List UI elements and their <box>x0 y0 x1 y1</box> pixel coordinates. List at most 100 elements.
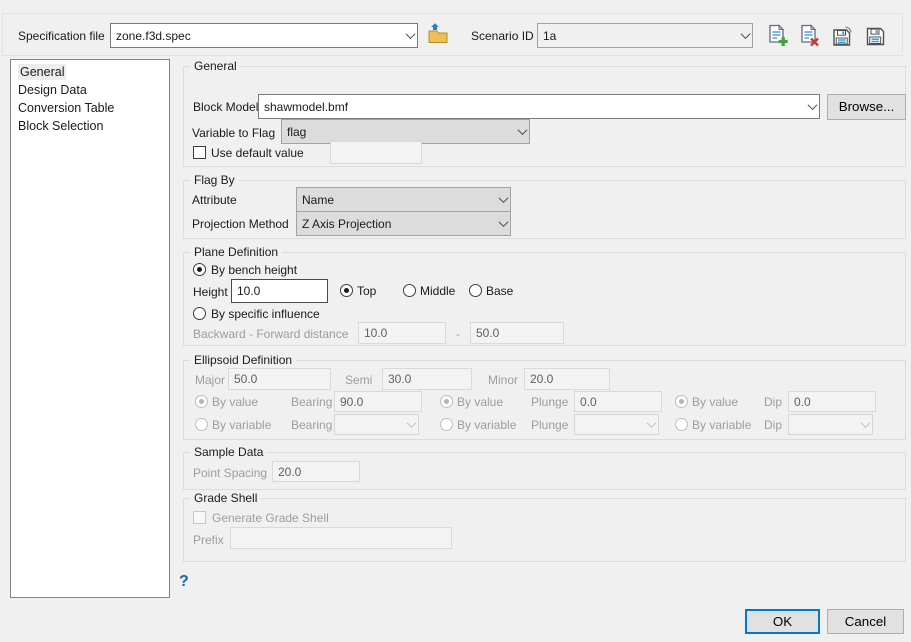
projection-method-label: Projection Method <box>192 217 289 231</box>
base-label: Base <box>486 284 513 298</box>
top-radio[interactable] <box>340 284 353 297</box>
delete-scenario-button[interactable] <box>797 25 822 49</box>
scenario-id-combobox[interactable]: 1a <box>537 23 753 48</box>
variable-to-flag-label: Variable to Flag <box>192 126 275 140</box>
flag-by-group <box>183 180 906 239</box>
floppy-copy-icon <box>832 26 853 50</box>
block-model-combobox[interactable]: shawmodel.bmf <box>258 94 820 119</box>
semi-label: Semi <box>345 373 372 387</box>
sidebar-item-design-data[interactable]: Design Data <box>11 81 169 99</box>
bearing-by-variable-label: By variable <box>212 418 271 432</box>
flag-by-group-title: Flag By <box>190 173 239 187</box>
height-field[interactable]: 10.0 <box>231 279 328 303</box>
major-label: Major <box>195 373 225 387</box>
flag-by-projection-dialog: { "toolbar": { "spec_file_label": "Speci… <box>0 0 911 642</box>
sidebar-item-general[interactable]: General <box>11 63 169 81</box>
minor-field: 20.0 <box>524 368 610 390</box>
plane-definition-group-title: Plane Definition <box>190 245 282 259</box>
dip-variable-label: Dip <box>764 418 782 432</box>
cancel-button[interactable]: Cancel <box>827 609 904 634</box>
help-button[interactable]: ? <box>179 573 189 591</box>
dip-variable-combobox <box>788 414 873 435</box>
bearing-by-variable-radio <box>195 418 208 431</box>
point-spacing-label: Point Spacing <box>193 466 267 480</box>
middle-label: Middle <box>420 284 455 298</box>
forward-distance-field: 50.0 <box>470 322 564 344</box>
dip-label: Dip <box>764 395 782 409</box>
dip-by-variable-label: By variable <box>692 418 751 432</box>
projection-method-combobox[interactable]: Z Axis Projection <box>296 211 511 236</box>
semi-field: 30.0 <box>382 368 472 390</box>
bearing-label: Bearing <box>291 395 332 409</box>
save-scenario-copy-button[interactable] <box>830 26 855 49</box>
chevron-down-icon <box>499 217 509 227</box>
sidebar-item-conversion-table[interactable]: Conversion Table <box>11 99 169 117</box>
by-specific-influence-label: By specific influence <box>211 307 320 321</box>
plunge-by-value-label: By value <box>457 395 503 409</box>
floppy-icon <box>865 26 886 50</box>
chevron-down-icon <box>518 125 528 135</box>
backward-forward-label: Backward - Forward distance <box>193 327 348 341</box>
dip-by-value-radio <box>675 395 688 408</box>
plunge-by-value-radio <box>440 395 453 408</box>
plunge-value-field: 0.0 <box>574 391 662 412</box>
chevron-down-icon <box>808 100 818 110</box>
prefix-field <box>230 527 452 549</box>
generate-grade-shell-label: Generate Grade Shell <box>212 511 329 525</box>
height-label: Height <box>193 285 228 299</box>
browse-button[interactable]: Browse... <box>827 94 906 120</box>
section-list: General Design Data Conversion Table Blo… <box>10 59 170 598</box>
use-default-value-label: Use default value <box>211 146 304 160</box>
document-x-icon <box>799 24 820 50</box>
spec-file-label: Specification file <box>18 29 105 43</box>
chevron-down-icon <box>406 29 416 39</box>
projection-method-value: Z Axis Projection <box>302 217 496 231</box>
by-bench-height-radio[interactable] <box>193 263 206 276</box>
backward-distance-field: 10.0 <box>358 322 446 344</box>
generate-grade-shell-checkbox <box>193 511 206 524</box>
chevron-down-icon <box>407 418 417 428</box>
chevron-down-icon <box>861 418 871 428</box>
folder-open-icon <box>426 22 450 48</box>
ellipsoid-definition-group-title: Ellipsoid Definition <box>190 353 296 367</box>
plunge-by-variable-label: By variable <box>457 418 516 432</box>
top-label: Top <box>357 284 376 298</box>
use-default-value-checkbox[interactable] <box>193 146 206 159</box>
chevron-down-icon <box>741 29 751 39</box>
ok-button[interactable]: OK <box>745 609 820 634</box>
document-plus-icon <box>767 24 788 50</box>
block-model-value: shawmodel.bmf <box>264 100 805 114</box>
by-specific-influence-radio[interactable] <box>193 307 206 320</box>
middle-radio[interactable] <box>403 284 416 297</box>
dip-value-field: 0.0 <box>788 391 876 412</box>
bearing-by-value-radio <box>195 395 208 408</box>
general-group-title: General <box>190 59 241 73</box>
by-bench-height-label: By bench height <box>211 263 297 277</box>
prefix-label: Prefix <box>193 533 224 547</box>
point-spacing-field: 20.0 <box>272 461 360 482</box>
open-spec-file-button[interactable] <box>425 22 451 48</box>
attribute-value: Name <box>302 193 496 207</box>
block-model-label: Block Model <box>193 100 258 114</box>
chevron-down-icon <box>499 193 509 203</box>
chevron-down-icon <box>647 418 657 428</box>
spec-file-combobox[interactable]: zone.f3d.spec <box>110 23 418 48</box>
sample-data-group-title: Sample Data <box>190 445 267 459</box>
plunge-variable-combobox <box>574 414 659 435</box>
new-scenario-button[interactable] <box>765 25 790 49</box>
dip-by-value-label: By value <box>692 395 738 409</box>
scenario-id-label: Scenario ID <box>471 29 534 43</box>
bearing-variable-label: Bearing <box>291 418 332 432</box>
plunge-label: Plunge <box>531 395 568 409</box>
base-radio[interactable] <box>469 284 482 297</box>
variable-to-flag-value: flag <box>287 125 515 139</box>
attribute-label: Attribute <box>192 193 237 207</box>
bearing-value-field: 90.0 <box>334 391 422 412</box>
save-spec-button[interactable] <box>863 26 888 49</box>
scenario-id-value: 1a <box>543 29 738 43</box>
sidebar-item-block-selection[interactable]: Block Selection <box>11 117 169 135</box>
dip-by-variable-radio <box>675 418 688 431</box>
grade-shell-group-title: Grade Shell <box>190 491 261 505</box>
default-value-field <box>330 141 422 164</box>
attribute-combobox[interactable]: Name <box>296 187 511 212</box>
